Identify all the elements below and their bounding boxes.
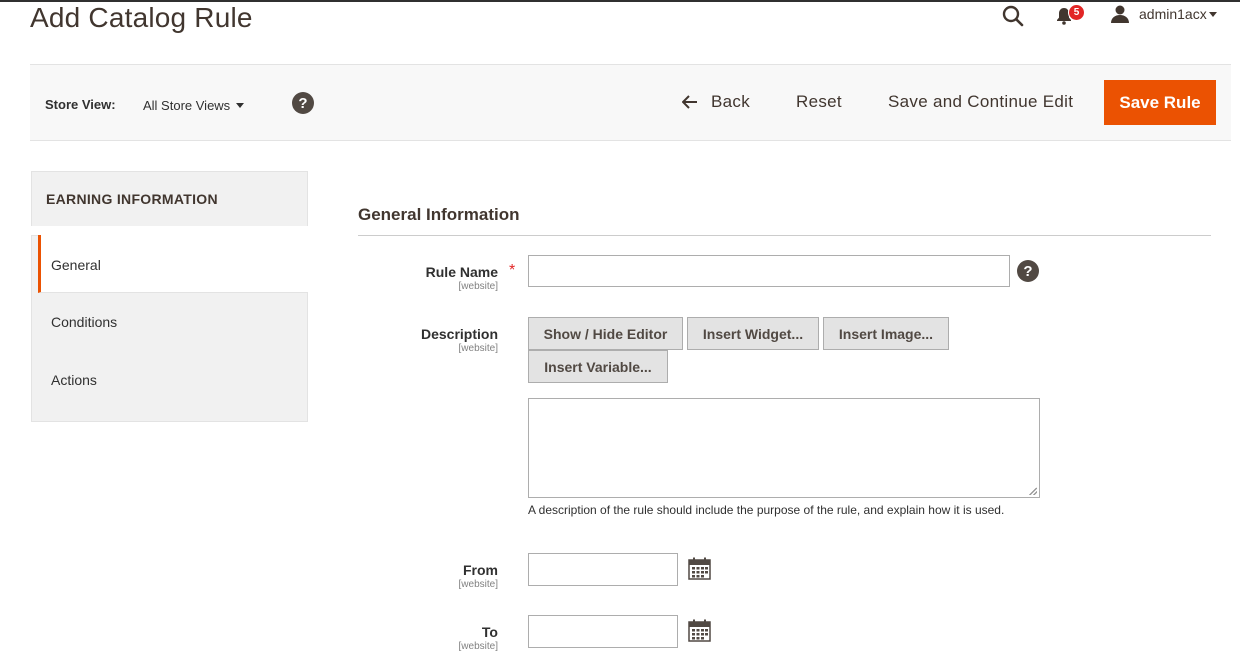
notification-count-badge: 5 — [1068, 4, 1085, 21]
user-menu-name[interactable]: admin1acx — [1139, 6, 1207, 22]
chevron-down-icon[interactable] — [236, 103, 244, 108]
from-label: From — [463, 562, 498, 578]
section-divider — [358, 235, 1211, 236]
sidebar-item-actions[interactable]: Actions — [51, 372, 97, 388]
from-date-input[interactable] — [528, 553, 678, 586]
save-and-continue-button[interactable]: Save and Continue Edit — [888, 92, 1073, 112]
search-icon[interactable] — [1000, 3, 1026, 29]
insert-variable-button[interactable]: Insert Variable... — [528, 350, 668, 383]
rule-name-input[interactable] — [528, 255, 1010, 287]
from-scope: [website] — [458, 579, 498, 590]
description-textarea[interactable] — [528, 398, 1040, 498]
insert-widget-button[interactable]: Insert Widget... — [687, 317, 819, 350]
section-title: General Information — [358, 205, 520, 224]
rule-name-label: Rule Name — [425, 264, 498, 280]
user-menu-caret-icon[interactable] — [1209, 12, 1217, 17]
sidebar-item-general-label[interactable]: General — [51, 257, 101, 273]
back-button[interactable]: Back — [711, 92, 750, 112]
sidebar-item-conditions[interactable]: Conditions — [51, 314, 117, 330]
description-label: Description — [420, 326, 498, 342]
save-rule-button[interactable]: Save Rule — [1104, 80, 1216, 125]
required-marker: * — [509, 262, 516, 279]
insert-image-button[interactable]: Insert Image... — [823, 317, 949, 350]
store-view-help-icon[interactable]: ? — [292, 92, 314, 114]
sidebar-heading: EARNING INFORMATION — [46, 191, 218, 207]
store-view-switcher[interactable]: All Store Views — [143, 98, 230, 113]
description-scope: [website] — [458, 343, 498, 354]
store-view-label: Store View: — [45, 97, 116, 112]
to-date-input[interactable] — [528, 615, 678, 648]
description-note: A description of the rule should include… — [528, 503, 1005, 517]
calendar-icon[interactable] — [688, 557, 712, 581]
page-title: Add Catalog Rule — [30, 2, 253, 33]
rule-name-help-icon[interactable]: ? — [1017, 260, 1039, 282]
to-scope: [website] — [458, 641, 498, 652]
show-hide-editor-button[interactable]: Show / Hide Editor — [528, 317, 683, 350]
resize-handle-icon[interactable] — [1029, 487, 1037, 495]
user-icon[interactable] — [1110, 4, 1130, 24]
rule-name-scope: [website] — [458, 281, 498, 292]
calendar-icon[interactable] — [688, 619, 712, 643]
reset-button[interactable]: Reset — [796, 92, 842, 112]
back-arrow-icon[interactable] — [680, 93, 700, 111]
to-label: To — [481, 624, 498, 640]
